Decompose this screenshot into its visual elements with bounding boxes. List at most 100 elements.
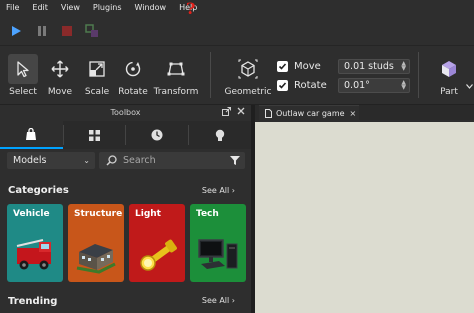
rotate-snap-row: Rotate 0.01° ▲ ▼ [277, 77, 410, 93]
search-input[interactable]: Search [99, 152, 245, 169]
stop-icon [62, 26, 72, 36]
document-tabs: Outlaw car game × [255, 105, 474, 120]
lightbulb-icon [215, 129, 224, 141]
trending-title: Trending [8, 296, 58, 307]
menu-view[interactable]: View [61, 0, 80, 15]
category-card-tech[interactable]: Tech [190, 204, 246, 282]
client-server-button[interactable] [85, 23, 99, 37]
tab-creations[interactable] [188, 121, 251, 149]
categories-see-all-link[interactable]: See All › [202, 186, 235, 195]
category-label: Structure [74, 209, 123, 219]
category-select[interactable]: Models ⌄ [7, 152, 95, 169]
ribbon-toolbar: Select Move Scale Rotate Transform Geome… [0, 46, 474, 104]
run-controls [0, 15, 474, 45]
close-icon[interactable]: × [350, 109, 357, 118]
transform-label: Transform [153, 87, 199, 97]
tab-marketplace[interactable] [63, 121, 126, 149]
undock-icon[interactable] [222, 107, 231, 116]
search-icon [106, 155, 117, 166]
menu-window[interactable]: Window [135, 0, 167, 15]
filter-icon[interactable] [230, 156, 240, 165]
part-cube-icon [442, 61, 456, 77]
pause-icon [38, 26, 46, 36]
menu-bar: File Edit View Plugins Window Help [0, 0, 474, 15]
flashlight-image [140, 239, 177, 271]
tab-recent[interactable] [126, 121, 189, 149]
rotate-snap-checkbox[interactable] [277, 79, 288, 91]
document-icon [265, 108, 272, 118]
stop-button[interactable] [60, 23, 74, 37]
category-label: Vehicle [13, 209, 50, 219]
move-snap-label: Move [294, 60, 321, 72]
move-snap-row: Move 0.01 studs ▲ ▼ [277, 58, 410, 74]
move-snap-checkbox[interactable] [277, 60, 288, 72]
category-card-structure[interactable]: Structure [68, 204, 124, 282]
search-placeholder: Search [123, 155, 156, 166]
tab-inventory[interactable] [0, 121, 63, 149]
rotate-icon [125, 61, 141, 77]
structure-thumbnail [68, 228, 124, 280]
tab-divider [125, 125, 126, 145]
transform-tool[interactable]: Transform [154, 54, 198, 98]
close-icon[interactable] [237, 107, 245, 115]
see-all-label: See All [201, 186, 230, 195]
fire-truck-image [16, 239, 51, 270]
menu-plugins[interactable]: Plugins [93, 0, 122, 15]
category-select-value: Models [13, 155, 47, 166]
toolbox-title: Toolbox [110, 108, 141, 117]
move-arrows-icon [51, 60, 69, 78]
vehicle-thumbnail [7, 228, 63, 280]
spinner-arrows-icon[interactable]: ▲ ▼ [401, 79, 406, 90]
geometric-label: Geometric [224, 87, 272, 97]
move-tool[interactable]: Move [43, 54, 77, 98]
spinner-arrows-icon[interactable]: ▲ ▼ [401, 60, 406, 71]
clock-icon [151, 129, 163, 141]
rotate-tool[interactable]: Rotate [116, 54, 150, 98]
grid-icon [88, 129, 100, 141]
category-card-vehicle[interactable]: Vehicle [7, 204, 63, 282]
tab-divider [188, 125, 189, 145]
checkmark-icon [278, 62, 287, 70]
menu-edit[interactable]: Edit [32, 0, 48, 15]
transform-icon [167, 62, 185, 76]
geometric-cube-icon [238, 59, 258, 79]
see-all-label: See All [201, 296, 230, 305]
building-image [76, 244, 116, 274]
rotate-snap-label: Rotate [294, 79, 327, 91]
tab-label: Outlaw car game [276, 108, 345, 118]
play-icon [12, 26, 21, 36]
ribbon-separator [418, 52, 419, 98]
part-label: Part [440, 87, 458, 97]
scale-label: Scale [84, 87, 110, 97]
menu-file[interactable]: File [6, 0, 19, 15]
checkmark-icon [278, 81, 287, 89]
trending-see-all-link[interactable]: See All › [202, 296, 235, 305]
play-button[interactable] [9, 23, 23, 37]
move-snap-value: 0.01 studs [344, 60, 394, 72]
rotate-snap-input[interactable]: 0.01° ▲ ▼ [338, 77, 410, 93]
3d-viewport[interactable] [255, 122, 474, 313]
rotate-snap-value: 0.01° [344, 79, 370, 91]
part-button[interactable]: Part [433, 54, 465, 97]
chevron-down-icon: ⌄ [83, 156, 90, 165]
select-tool[interactable]: Select [6, 54, 40, 98]
tab-outlaw-car-game[interactable]: Outlaw car game × [259, 105, 359, 120]
panel-window-controls [222, 107, 245, 116]
tab-divider [63, 125, 64, 145]
pause-button[interactable] [35, 23, 49, 37]
inventory-bag-icon [26, 127, 37, 140]
rotate-label: Rotate [118, 87, 148, 97]
category-label: Light [135, 209, 161, 219]
light-thumbnail [129, 228, 185, 280]
category-card-light[interactable]: Light [129, 204, 185, 282]
scale-icon [89, 61, 105, 77]
select-label: Select [9, 87, 37, 97]
category-label: Tech [196, 209, 219, 219]
cursor-icon [17, 61, 29, 78]
chevron-down-icon[interactable] [466, 84, 473, 89]
move-label: Move [47, 87, 73, 97]
ribbon-separator [210, 52, 211, 98]
geometric-toggle[interactable]: Geometric [224, 54, 272, 98]
move-snap-input[interactable]: 0.01 studs ▲ ▼ [338, 58, 410, 74]
scale-tool[interactable]: Scale [80, 54, 114, 98]
